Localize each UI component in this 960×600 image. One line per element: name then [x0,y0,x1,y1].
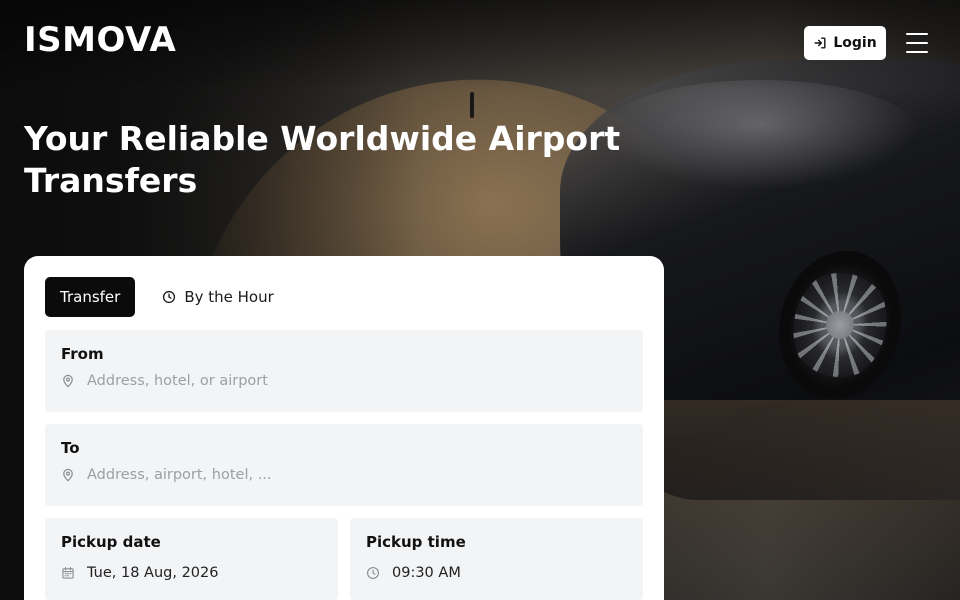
ground-reflection [640,400,960,600]
tab-by-the-hour[interactable]: By the Hour [147,277,288,317]
calendar-icon [62,567,74,579]
umbrella-tip [470,92,474,118]
login-icon [814,37,826,49]
hero-title: Your Reliable Worldwide Airport Transfer… [24,118,664,202]
hamburger-menu-icon-line [906,42,928,44]
tab-transfer[interactable]: Transfer [45,277,136,317]
from-field-label: From [61,345,104,363]
tab-transfer-label: Transfer [60,288,121,306]
pickup-time-label: Pickup time [366,533,466,551]
login-button[interactable]: Login [804,26,886,60]
brand-logo[interactable]: ISMOVA [24,20,176,60]
login-button-label: Login [833,35,877,51]
pickup-time-row: 09:30 AM [366,565,631,581]
pickup-date-value[interactable]: Tue, 18 Aug, 2026 [87,565,218,581]
pickup-date-row: Tue, 18 Aug, 2026 [61,565,326,581]
booking-tabs: Transfer By the Hour [45,277,289,317]
pickup-date-label: Pickup date [61,533,161,551]
from-input-placeholder[interactable]: Address, hotel, or airport [87,373,268,389]
map-pin-icon [63,374,73,388]
to-field-label: To [61,439,80,457]
from-field-row: Address, hotel, or airport [61,373,631,389]
hamburger-menu-icon-line [906,51,928,53]
from-field[interactable]: From Address, hotel, or airport [45,330,643,412]
pickup-time-value[interactable]: 09:30 AM [392,565,461,581]
hamburger-menu-icon-line [906,33,928,35]
to-field[interactable]: To Address, airport, hotel, ... [45,424,643,506]
tab-by-the-hour-label: By the Hour [184,288,274,306]
hamburger-menu-button[interactable] [904,30,930,56]
clock-icon [367,567,379,579]
hero-title-line-2: Transfers [24,161,198,200]
hero-title-line-1: Your Reliable Worldwide Airport [24,119,621,158]
booking-card: Transfer By the Hour From Address, hotel… [24,256,664,600]
pickup-date-field[interactable]: Pickup date Tue, 18 Aug, 2026 [45,518,338,600]
map-pin-icon [63,468,73,482]
clock-icon [163,290,176,304]
site-header: ISMOVA Login [0,0,960,86]
to-input-placeholder[interactable]: Address, airport, hotel, ... [87,467,272,483]
to-field-row: Address, airport, hotel, ... [61,467,631,483]
pickup-time-field[interactable]: Pickup time 09:30 AM [350,518,643,600]
